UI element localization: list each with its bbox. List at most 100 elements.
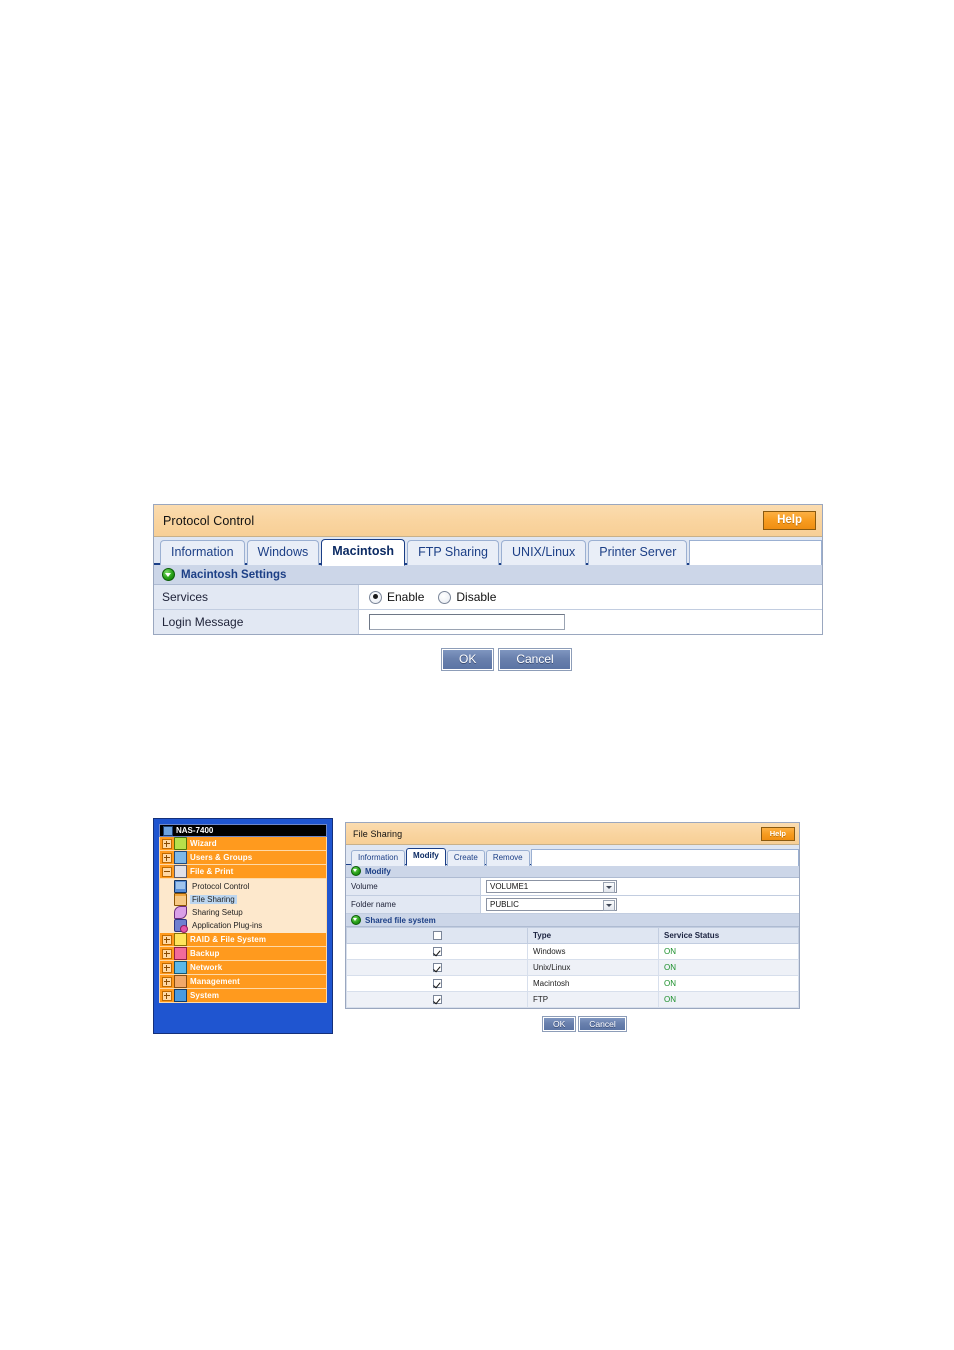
tab-modify[interactable]: Modify [406, 848, 446, 866]
tab-windows[interactable]: Windows [246, 540, 320, 565]
volume-label: Volume [346, 878, 481, 895]
tab-ftp-sharing[interactable]: FTP Sharing [407, 540, 500, 565]
sidebar-item-protocol-control[interactable]: Protocol Control [174, 880, 326, 893]
volume-row: Volume VOLUME1 [346, 878, 799, 896]
sidebar-item-system[interactable]: System [159, 989, 327, 1003]
help-button[interactable]: Help [760, 826, 795, 841]
sidebar-subitem-label: Protocol Control [192, 882, 250, 891]
tab-information[interactable]: Information [351, 849, 406, 866]
section-title: Shared file system [365, 915, 436, 925]
radio-enable-indicator[interactable] [369, 590, 382, 604]
table-row: Macintosh ON [346, 975, 799, 992]
macintosh-settings-section-header: Macintosh Settings [154, 565, 822, 585]
sidebar-item-label: Management [190, 977, 240, 986]
row-status: ON [658, 959, 799, 976]
wizard-icon [174, 837, 187, 850]
ok-button[interactable]: OK [541, 1016, 577, 1032]
sidebar-root-node[interactable]: NAS-7400 [159, 824, 327, 837]
login-message-row: Login Message [154, 610, 822, 634]
tab-remove[interactable]: Remove [485, 849, 530, 866]
sidebar-item-label: Users & Groups [190, 853, 253, 862]
shared-file-system-table: Type Service Status Windows ON Unix/Linu… [346, 927, 799, 1008]
sidebar-item-application-plugins[interactable]: Application Plug-ins [174, 919, 326, 933]
table-row: FTP ON [346, 991, 799, 1008]
tab-create[interactable]: Create [446, 849, 485, 866]
sidebar-item-label: Wizard [190, 839, 217, 848]
volume-value: VOLUME1 [481, 878, 799, 895]
sidebar-root-label: NAS-7400 [176, 826, 214, 835]
row-type: Macintosh [527, 975, 659, 992]
row-status: ON [658, 991, 799, 1008]
sidebar-item-backup[interactable]: Backup [159, 947, 327, 961]
table-row: Unix/Linux ON [346, 959, 799, 976]
row-checkbox[interactable] [432, 947, 442, 957]
folder-icon [174, 893, 187, 906]
radio-enable-label: Enable [387, 590, 425, 604]
volume-select[interactable]: VOLUME1 [486, 880, 617, 893]
row-type: FTP [527, 991, 659, 1008]
management-icon [174, 975, 187, 988]
sidebar-item-file-sharing[interactable]: File Sharing [174, 893, 326, 906]
row-checkbox[interactable] [432, 963, 442, 973]
monitor-icon [174, 880, 187, 893]
row-checkbox-cell [346, 975, 528, 992]
section-title: Modify [365, 866, 391, 876]
file-sharing-buttons: OK Cancel [541, 1016, 627, 1032]
sidebar-item-label: File & Print [190, 867, 234, 876]
login-message-value [359, 610, 822, 634]
plug-icon [174, 919, 188, 933]
device-icon [163, 825, 173, 836]
row-type: Unix/Linux [527, 959, 659, 976]
expand-plus-icon[interactable] [162, 990, 172, 1001]
sidebar-item-users-groups[interactable]: Users & Groups [159, 851, 327, 865]
row-checkbox-cell [346, 991, 528, 1008]
sidebar-item-wizard[interactable]: Wizard [159, 837, 327, 851]
tab-information[interactable]: Information [160, 540, 245, 565]
radio-disable[interactable]: Disable [438, 590, 496, 604]
sidebar-item-management[interactable]: Management [159, 975, 327, 989]
row-checkbox[interactable] [432, 995, 442, 1005]
sidebar-item-file-print[interactable]: File & Print [159, 865, 327, 879]
expand-plus-icon[interactable] [162, 976, 172, 987]
sidebar-item-label: RAID & File System [190, 935, 267, 944]
raid-icon [174, 933, 187, 946]
expand-plus-icon[interactable] [162, 962, 172, 973]
collapse-minus-icon[interactable] [162, 866, 172, 877]
chevron-down-icon[interactable] [603, 900, 615, 911]
expand-plus-icon[interactable] [162, 934, 172, 945]
type-header: Type [527, 927, 659, 944]
file-sharing-header: File Sharing Help [346, 823, 799, 845]
chevron-down-icon[interactable] [603, 882, 615, 893]
protocol-control-tabs: Information Windows Macintosh FTP Sharin… [154, 537, 822, 566]
sidebar-item-sharing-setup[interactable]: Sharing Setup [174, 906, 326, 919]
radio-enable[interactable]: Enable [369, 590, 424, 604]
login-message-input[interactable] [369, 614, 565, 630]
tab-printer-server[interactable]: Printer Server [588, 540, 688, 565]
services-label: Services [154, 585, 359, 609]
sidebar-item-raid-file-system[interactable]: RAID & File System [159, 933, 327, 947]
cancel-button[interactable]: Cancel [578, 1016, 627, 1032]
expand-plus-icon[interactable] [162, 838, 172, 849]
folder-name-value: PUBLIC [481, 896, 799, 913]
tab-macintosh[interactable]: Macintosh [321, 539, 406, 566]
folder-name-select[interactable]: PUBLIC [486, 898, 617, 911]
row-checkbox[interactable] [432, 979, 442, 989]
share-icon [174, 906, 187, 919]
sidebar-item-network[interactable]: Network [159, 961, 327, 975]
cancel-button[interactable]: Cancel [498, 648, 572, 671]
row-status: ON [658, 943, 799, 960]
ok-button[interactable]: OK [440, 648, 495, 671]
expand-plus-icon[interactable] [162, 852, 172, 863]
row-checkbox-cell [346, 959, 528, 976]
expand-plus-icon[interactable] [162, 948, 172, 959]
page-title: File Sharing [353, 828, 403, 839]
file-sharing-tabs: Information Modify Create Remove [346, 845, 799, 866]
folder-name-label: Folder name [346, 896, 481, 913]
tab-unix-linux[interactable]: UNIX/Linux [501, 540, 587, 565]
help-button[interactable]: Help [763, 511, 816, 530]
select-all-checkbox[interactable] [432, 931, 442, 941]
row-checkbox-cell [346, 943, 528, 960]
radio-disable-indicator[interactable] [438, 590, 452, 604]
sidebar-item-label: System [190, 991, 220, 1000]
services-value: Enable Disable [359, 585, 822, 609]
